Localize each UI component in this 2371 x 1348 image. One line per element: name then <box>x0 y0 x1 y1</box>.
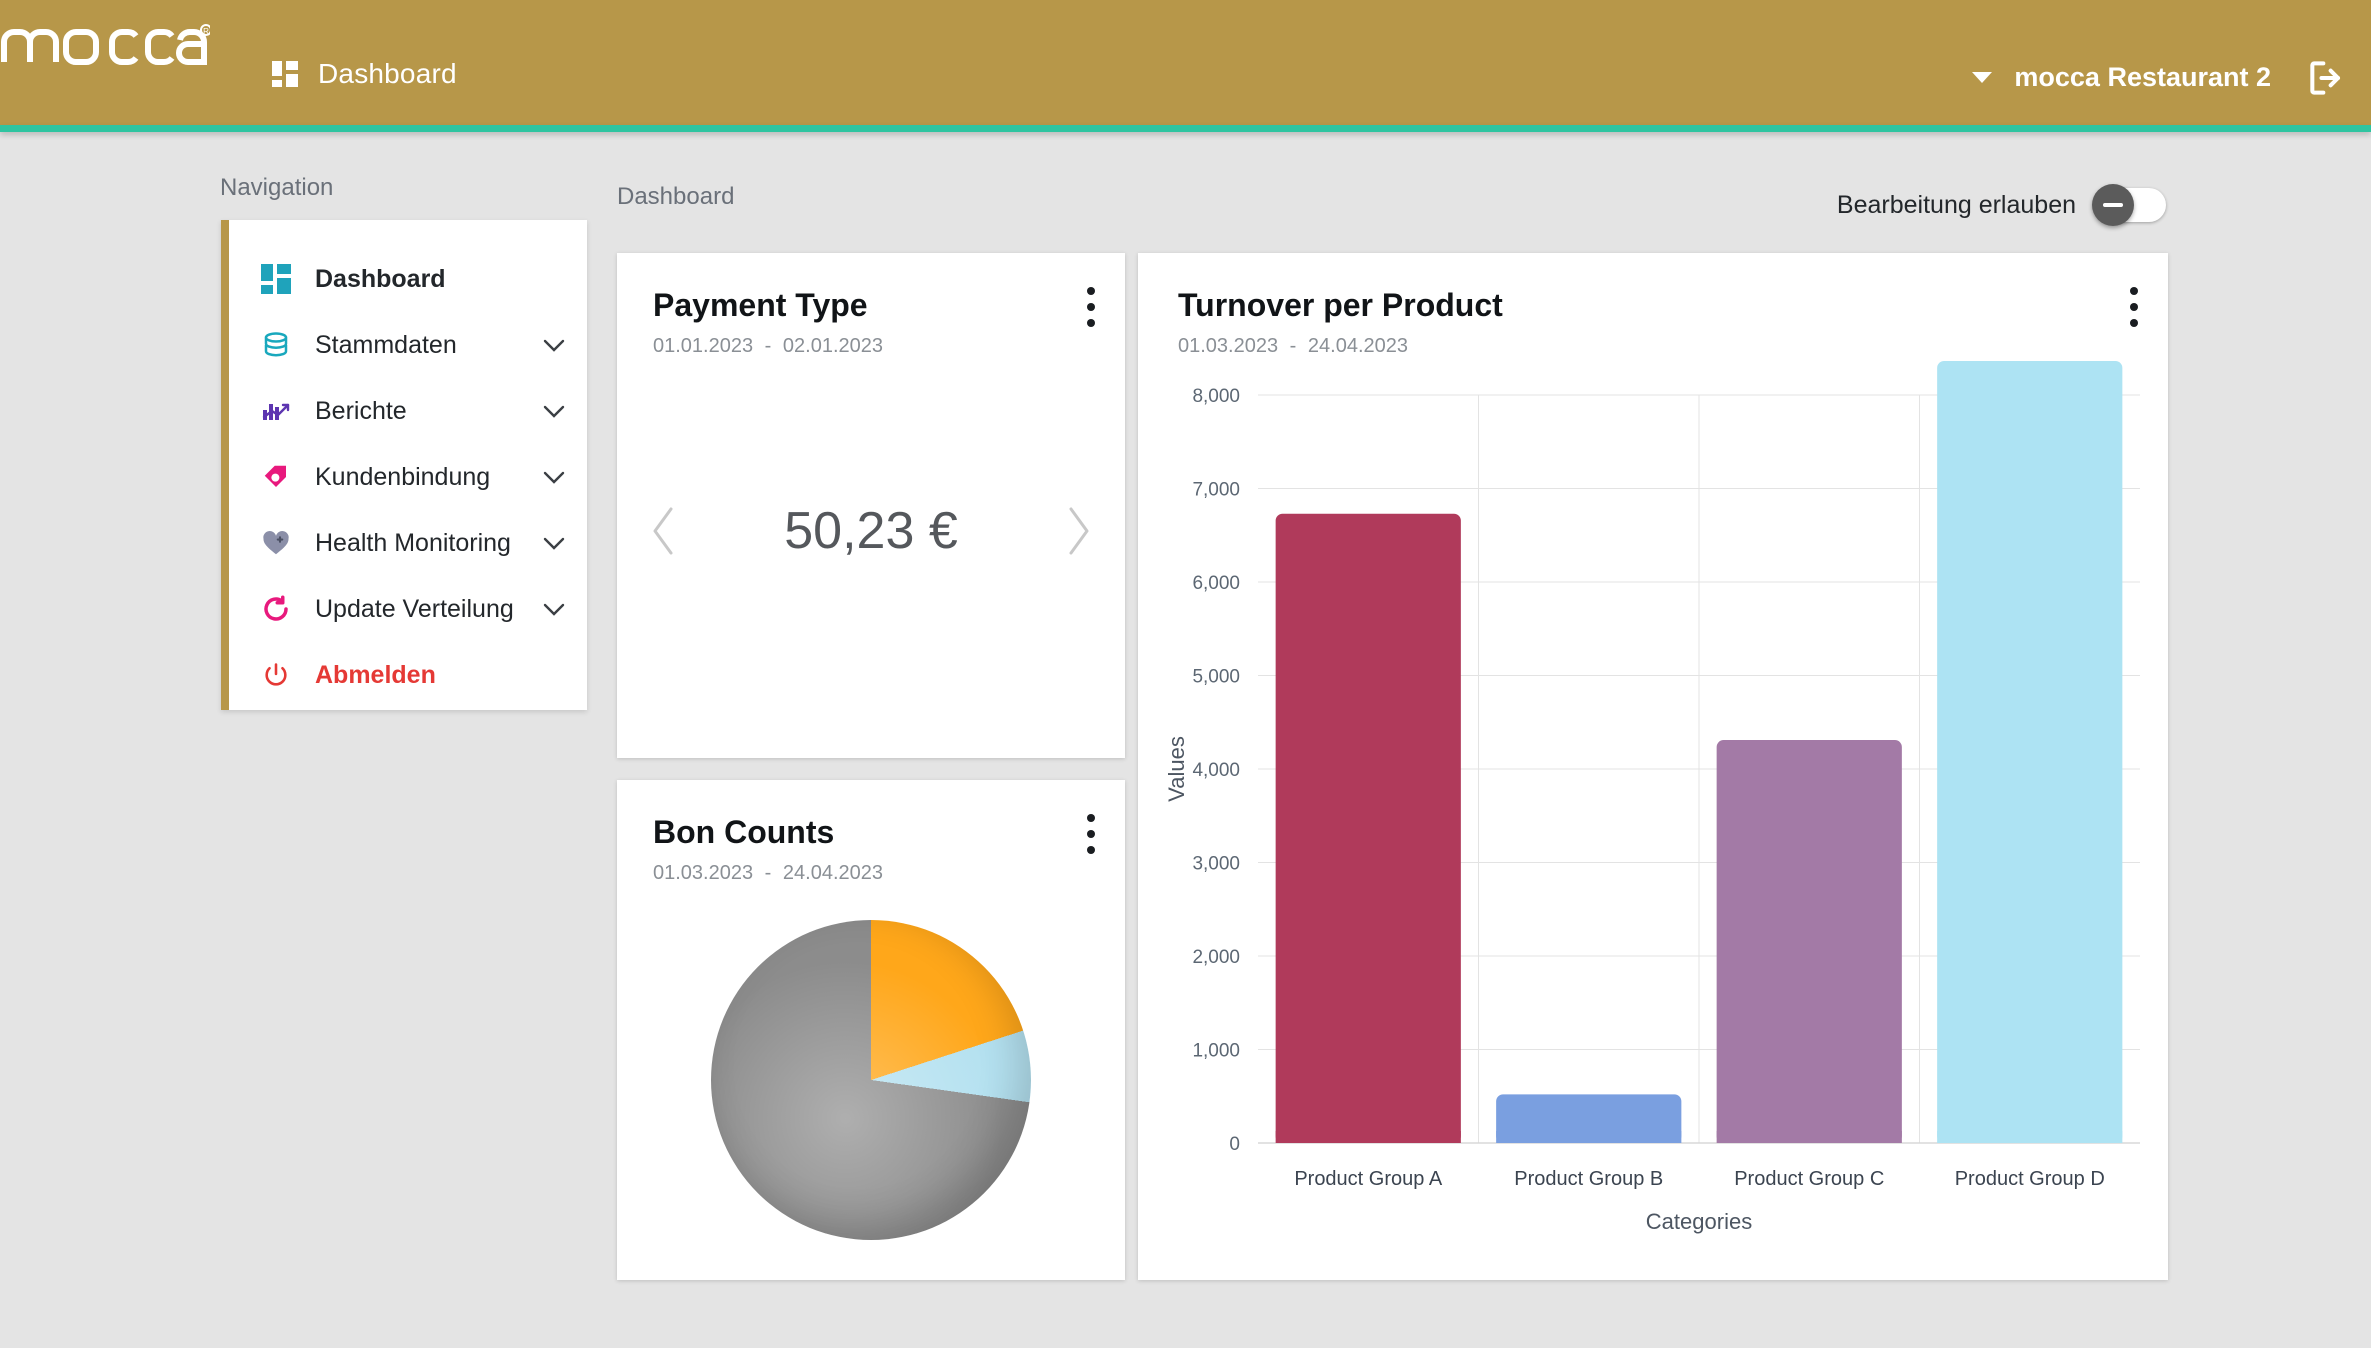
bar-base <box>1716 1131 1902 1143</box>
power-icon <box>259 658 293 692</box>
y-axis-tick-label: 7,000 <box>1192 480 1240 501</box>
chevron-down-icon[interactable] <box>543 603 565 616</box>
date-separator: - <box>764 862 772 884</box>
toggle-knob <box>2092 184 2134 226</box>
kebab-menu-icon[interactable] <box>1087 287 1095 335</box>
card-payment-type: Payment Type 01.01.2023 - 02.01.2023 50,… <box>617 253 1125 989</box>
kebab-menu-icon[interactable] <box>2130 287 2138 335</box>
x-axis-category-label: Product Group C <box>1734 1168 1884 1190</box>
chevron-down-icon <box>1972 72 1993 83</box>
x-axis-category-label: Product Group A <box>1294 1168 1443 1190</box>
edit-allowed-toggle-group: Bearbeitung erlauben <box>1836 184 2166 226</box>
card-date-range: 01.03.2023 - 24.04.2023 <box>653 862 1089 885</box>
card-title: Bon Counts <box>653 814 835 850</box>
y-axis-tick-label: 1,000 <box>1192 1041 1240 1062</box>
payment-value-row: 50,23 € <box>617 501 1125 561</box>
chevron-down-icon[interactable] <box>543 405 565 418</box>
grid-icon <box>259 262 293 296</box>
svg-text:R: R <box>203 27 209 36</box>
edit-allowed-label: Bearbeitung erlauben <box>1836 190 2076 219</box>
y-axis-tick-label: 3,000 <box>1192 854 1240 875</box>
bar-chart-svg: 0 1,000 2,000 3,000 4,000 5,000 6,000 7,000 8,00… <box>1164 361 2140 1234</box>
heart-icon <box>259 526 293 560</box>
chevron-right-icon[interactable] <box>1061 503 1095 559</box>
y-axis-tick-label: 0 <box>1229 1134 1240 1155</box>
top-header-bar: R Dashboard mocca Restaurant 2 <box>0 0 2371 125</box>
sidebar-item-dashboard[interactable]: Dashboard <box>229 246 587 312</box>
pie-graphic <box>711 920 1031 1240</box>
sidebar-item-label: Dashboard <box>315 264 446 293</box>
sidebar-item-label: Health Monitoring <box>315 528 511 557</box>
card-date-range: 01.01.2023 - 02.01.2023 <box>653 335 1089 358</box>
sidebar-item-label: Abmelden <box>315 660 436 689</box>
breadcrumb: Dashboard <box>617 183 735 210</box>
bar-base <box>1275 1131 1461 1143</box>
chevron-down-icon[interactable] <box>543 339 565 352</box>
bar[interactable] <box>1275 513 1461 1143</box>
card-turnover-per-product: Turnover per Product 01.03.2023 - 24.04.… <box>1138 253 2168 1280</box>
x-axis-title: Categories <box>1646 1209 1752 1234</box>
refresh-icon <box>259 592 293 626</box>
date-to: 02.01.2023 <box>782 335 884 357</box>
payment-amount: 50,23 € <box>784 502 958 560</box>
sidebar-item-abmelden[interactable]: Abmelden <box>229 642 587 708</box>
logout-icon[interactable] <box>2305 56 2349 100</box>
date-separator: - <box>764 335 772 357</box>
bar-base <box>1937 1131 2123 1143</box>
sidebar-item-berichte[interactable]: Berichte <box>229 378 587 444</box>
grid-icon <box>272 61 298 87</box>
sidebar-item-stammdaten[interactable]: Stammdaten <box>229 312 587 378</box>
chevron-down-icon[interactable] <box>543 537 565 550</box>
navigation-title: Navigation <box>220 174 334 201</box>
bar-chart-icon <box>259 394 293 428</box>
mocca-logo[interactable]: R <box>0 14 210 76</box>
sidebar-item-label: Kundenbindung <box>315 462 491 491</box>
bon-counts-pie-chart <box>617 920 1125 1240</box>
bar[interactable] <box>1716 740 1902 1143</box>
bar[interactable] <box>1937 361 2123 1143</box>
card-title: Payment Type <box>653 287 868 323</box>
account-name-label: mocca Restaurant 2 <box>2014 62 2271 92</box>
card-bon-counts: Bon Counts 01.03.2023 - 24.04.2023 <box>617 780 1125 1280</box>
account-selector[interactable]: mocca Restaurant 2 <box>1972 62 2271 93</box>
sidebar-item-health-monitoring[interactable]: Health Monitoring <box>229 510 587 576</box>
header-accent-line <box>0 125 2371 132</box>
kebab-menu-icon[interactable] <box>1087 814 1095 862</box>
sidebar-item-label: Stammdaten <box>315 330 457 359</box>
sidebar-panel: Dashboard Stammdaten Berichte Kundenbind… <box>221 220 587 710</box>
card-title: Turnover per Product <box>1178 287 1503 323</box>
turnover-bar-chart: 0 1,000 2,000 3,000 4,000 5,000 6,000 7,000 8,00… <box>1138 353 2168 1253</box>
date-from: 01.03.2023 <box>653 862 754 884</box>
sidebar-item-label: Berichte <box>315 396 407 425</box>
y-axis-tick-label: 8,000 <box>1192 386 1240 407</box>
date-from: 01.01.2023 <box>653 335 754 357</box>
x-axis-category-label: Product Group B <box>1514 1168 1663 1190</box>
bar-base <box>1496 1131 1682 1143</box>
date-to: 24.04.2023 <box>782 862 884 884</box>
chevron-down-icon[interactable] <box>543 471 565 484</box>
sidebar-item-label: Update Verteilung <box>315 594 514 623</box>
header-nav-dashboard[interactable]: Dashboard <box>272 58 457 90</box>
y-axis-tick-label: 2,000 <box>1192 947 1240 968</box>
y-axis-tick-label: 6,000 <box>1192 573 1240 594</box>
edit-allowed-toggle[interactable] <box>2092 184 2166 226</box>
header-nav-dashboard-label: Dashboard <box>318 58 457 89</box>
database-icon <box>259 328 293 362</box>
sidebar-item-update-verteilung[interactable]: Update Verteilung <box>229 576 587 642</box>
tag-icon <box>259 460 293 494</box>
chevron-left-icon[interactable] <box>647 503 681 559</box>
sidebar-item-kundenbindung[interactable]: Kundenbindung <box>229 444 587 510</box>
y-axis-tick-label: 4,000 <box>1192 760 1240 781</box>
x-axis-category-label: Product Group D <box>1955 1168 2105 1190</box>
y-axis-tick-label: 5,000 <box>1192 667 1240 688</box>
y-axis-title: Values <box>1164 736 1189 802</box>
